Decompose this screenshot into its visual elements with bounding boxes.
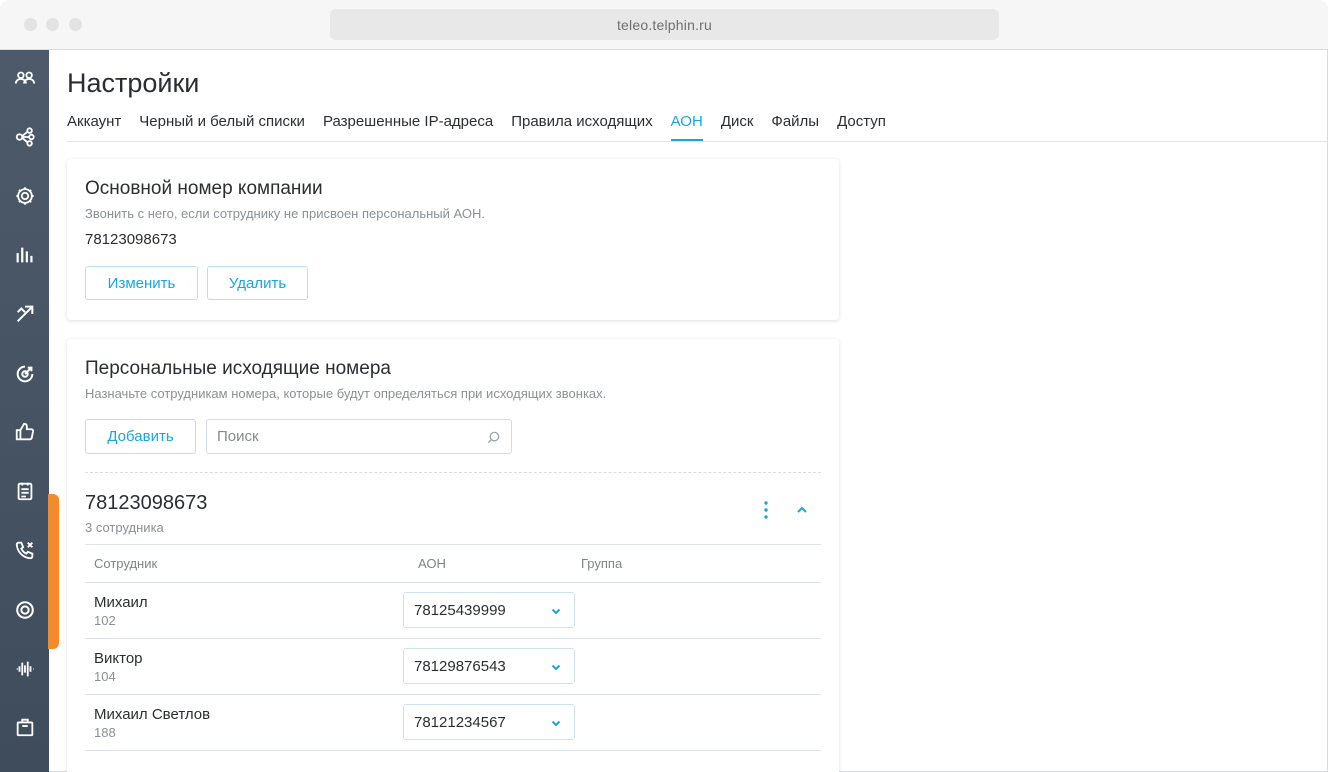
nav-routing[interactable] [0, 117, 49, 157]
column-aon: АОН [418, 556, 446, 571]
tab-outgoing-rules[interactable]: Правила исходящих [511, 112, 652, 141]
employee-extension: 104 [94, 669, 116, 684]
calls-transfer-icon [16, 305, 33, 323]
nav-target[interactable] [0, 354, 49, 394]
users-icon [14, 71, 35, 84]
aon-select-value: 78125439999 [414, 602, 506, 619]
target-icon [16, 365, 33, 383]
table-row: Михаил Светлов 188 78121234567 [85, 695, 821, 751]
table-row: Виктор 104 78129876543 [85, 639, 821, 695]
search-icon [487, 431, 500, 444]
browser-window: teleo.telphin.ru Настройки Аккаунт Черны… [0, 0, 1328, 772]
bag-icon [16, 718, 33, 737]
notes-icon [17, 482, 32, 501]
chevron-down-icon [551, 608, 561, 615]
tab-disk[interactable]: Диск [721, 112, 754, 141]
window-zoom-dot[interactable] [69, 18, 82, 31]
nav-record[interactable] [0, 590, 49, 630]
page-title: Настройки [67, 68, 200, 98]
thumbs-up-icon [15, 422, 34, 441]
personal-numbers-title: Персональные исходящие номера [85, 358, 391, 379]
search-input[interactable] [207, 420, 487, 453]
tab-account[interactable]: Аккаунт [67, 112, 121, 141]
chevron-up-icon[interactable] [794, 502, 810, 518]
personal-numbers-card: Персональные исходящие номера Назначьте … [67, 339, 839, 772]
nav-settings[interactable] [0, 176, 49, 216]
record-icon [15, 601, 34, 619]
tab-allowed-ip[interactable]: Разрешенные IP-адреса [323, 112, 493, 141]
table-header: Сотрудник АОН Группа [85, 544, 821, 583]
settings-tabs: Аккаунт Черный и белый списки Разрешенны… [67, 112, 1328, 142]
aon-select[interactable]: 78125439999 [403, 592, 575, 628]
column-group: Группа [581, 556, 623, 571]
aon-select[interactable]: 78121234567 [403, 704, 575, 740]
audio-wave-icon [16, 661, 34, 677]
delete-button[interactable]: Удалить [207, 266, 308, 300]
employees-table: Сотрудник АОН Группа Михаил 102 78125439… [85, 544, 821, 751]
employee-extension: 188 [94, 725, 116, 740]
personal-numbers-subtitle: Назначьте сотрудникам номера, которые бу… [85, 386, 607, 401]
nav-stats[interactable] [0, 235, 49, 275]
settings-icon [15, 187, 34, 205]
address-bar[interactable]: teleo.telphin.ru [330, 9, 999, 40]
nav-missed-calls[interactable] [0, 530, 49, 570]
browser-chrome: teleo.telphin.ru [0, 0, 1328, 50]
window-close-dot[interactable] [24, 18, 37, 31]
employee-extension: 102 [94, 613, 116, 628]
nav-audio[interactable] [0, 649, 49, 689]
main-number-subtitle: Звонить с него, если сотруднику не присв… [85, 206, 486, 221]
main-number-card: Основной номер компании Звонить с него, … [67, 159, 839, 320]
tab-files[interactable]: Файлы [771, 112, 819, 141]
nav-notes[interactable] [0, 471, 49, 511]
main-number-title: Основной номер компании [85, 178, 323, 199]
aon-select[interactable]: 78129876543 [403, 648, 575, 684]
routing-icon [15, 127, 35, 147]
missed-call-icon [15, 541, 33, 560]
nav-shop[interactable] [0, 707, 49, 747]
chevron-down-icon [551, 720, 561, 727]
section-divider [85, 472, 821, 473]
tab-aon[interactable]: АОН [670, 112, 703, 141]
employee-name: Михаил Светлов [94, 706, 211, 723]
group-employee-count: 3 сотрудника [85, 520, 164, 535]
add-button[interactable]: Добавить [85, 419, 196, 454]
group-number: 78123098673 [85, 492, 208, 514]
main-content: Настройки Аккаунт Черный и белый списки … [49, 50, 1328, 772]
more-options-icon[interactable] [757, 499, 775, 521]
employee-name: Виктор [94, 650, 143, 667]
aon-select-value: 78121234567 [414, 714, 506, 731]
nav-users[interactable] [0, 58, 49, 98]
aon-select-value: 78129876543 [414, 658, 506, 675]
tab-access[interactable]: Доступ [837, 112, 886, 141]
search-field[interactable] [206, 419, 512, 454]
column-employee: Сотрудник [94, 556, 158, 571]
window-minimize-dot[interactable] [46, 18, 59, 31]
employee-name: Михаил [94, 594, 148, 611]
nav-feedback[interactable] [0, 412, 49, 452]
left-nav-rail [0, 50, 49, 772]
nav-calls-transfer[interactable] [0, 294, 49, 334]
main-number-value: 78123098673 [85, 231, 177, 248]
tab-black-white-lists[interactable]: Черный и белый списки [139, 112, 305, 141]
chevron-down-icon [551, 664, 561, 671]
stats-icon [16, 247, 33, 263]
table-row: Михаил 102 78125439999 [85, 583, 821, 639]
edit-button[interactable]: Изменить [85, 266, 198, 300]
